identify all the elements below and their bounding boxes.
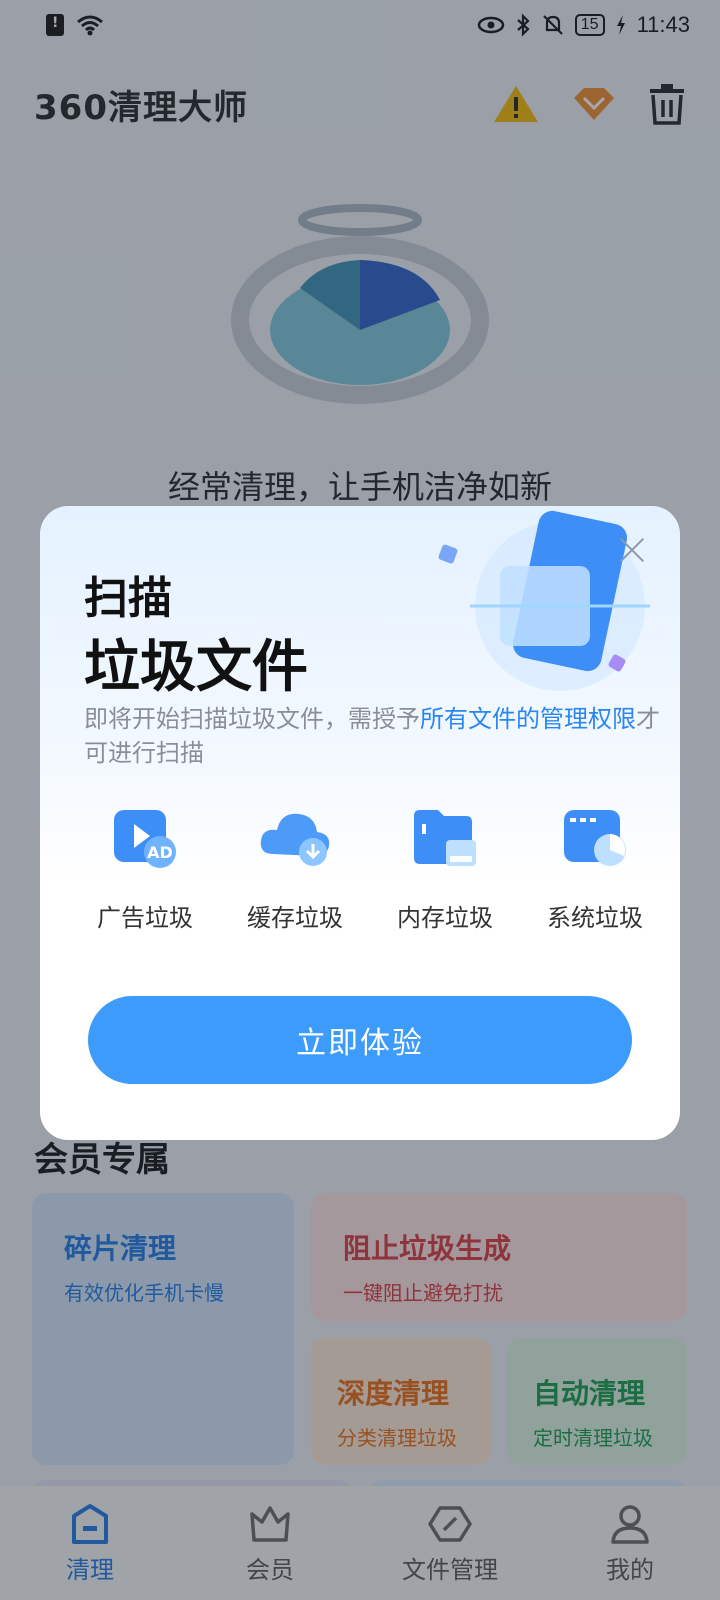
dialog-title-main: 垃圾文件 xyxy=(84,635,308,700)
close-button[interactable] xyxy=(612,530,652,570)
desc-text: 即将开始扫描垃圾文件，需授予 xyxy=(84,705,420,733)
category-ad-junk: AD 广告垃圾 xyxy=(70,806,220,933)
dialog-description: 即将开始扫描垃圾文件，需授予所有文件的管理权限才可进行扫描 xyxy=(84,702,664,770)
category-memory-junk: 内存垃圾 xyxy=(370,806,520,933)
svg-text:AD: AD xyxy=(147,843,173,862)
junk-categories: AD 广告垃圾 缓存垃圾 内存垃圾 系统垃圾 xyxy=(70,806,670,933)
system-junk-icon xyxy=(564,810,626,866)
memory-junk-icon xyxy=(414,810,476,866)
category-label: 广告垃圾 xyxy=(97,904,193,932)
category-label: 缓存垃圾 xyxy=(247,904,343,932)
category-label: 内存垃圾 xyxy=(397,904,493,932)
scan-permission-dialog: 扫描 垃圾文件 即将开始扫描垃圾文件，需授予所有文件的管理权限才可进行扫描 AD… xyxy=(40,506,680,1140)
ad-junk-icon: AD xyxy=(114,810,176,868)
try-now-button[interactable]: 立即体验 xyxy=(88,996,632,1084)
category-label: 系统垃圾 xyxy=(547,904,643,932)
category-cache-junk: 缓存垃圾 xyxy=(220,806,370,933)
dialog-title: 扫描 xyxy=(84,573,172,624)
category-system-junk: 系统垃圾 xyxy=(520,806,670,933)
permission-link[interactable]: 所有文件的管理权限 xyxy=(420,705,636,733)
cache-junk-icon xyxy=(260,813,330,866)
